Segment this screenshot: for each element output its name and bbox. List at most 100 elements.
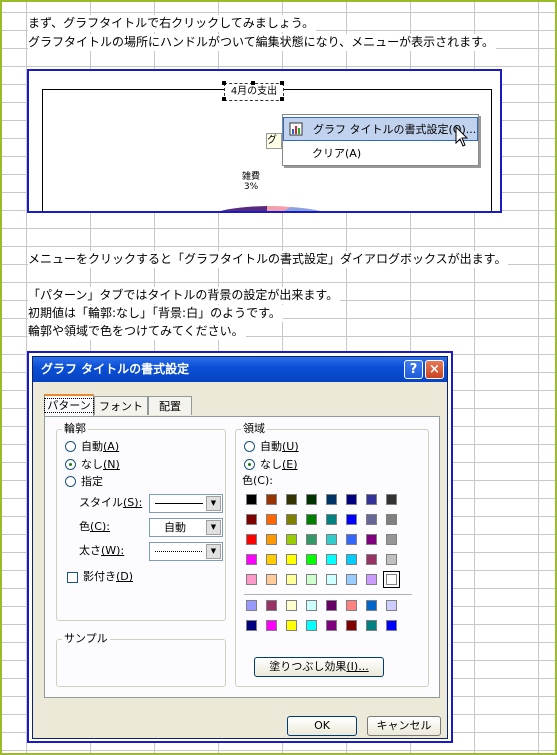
mouse-cursor-icon: [455, 126, 469, 147]
color-swatch[interactable]: [306, 574, 317, 585]
radio-button[interactable]: [65, 459, 76, 470]
menu-item-format-title[interactable]: グラフ タイトルの書式設定(O)...: [283, 117, 478, 141]
resize-handle[interactable]: [280, 81, 284, 85]
help-button[interactable]: ?: [404, 360, 423, 379]
color-swatch[interactable]: [386, 494, 397, 505]
chart-color-palette: [246, 600, 406, 640]
middle-line-3: 初期値は「輪郭:なし」「背景:白」のようです。: [28, 305, 283, 322]
color-swatch[interactable]: [286, 600, 297, 611]
color-swatch[interactable]: [246, 574, 257, 585]
fill-effects-button[interactable]: 塗りつぶし効果(I)...: [254, 657, 384, 677]
line-style-preview: [155, 503, 203, 504]
border-color-label: 色(C):: [79, 520, 110, 533]
resize-handle[interactable]: [222, 81, 226, 85]
color-swatch[interactable]: [286, 494, 297, 505]
radio-button[interactable]: [244, 459, 255, 470]
radio-label: 自動(A): [81, 440, 120, 453]
color-swatch[interactable]: [366, 514, 377, 525]
color-swatch[interactable]: [306, 514, 317, 525]
color-swatch[interactable]: [246, 620, 257, 631]
color-swatch[interactable]: [326, 600, 337, 611]
color-swatch[interactable]: [326, 620, 337, 631]
color-swatch[interactable]: [306, 620, 317, 631]
chart-title-selected[interactable]: 4月の支出: [224, 83, 284, 101]
color-swatch[interactable]: [346, 494, 357, 505]
radio-button[interactable]: [65, 476, 76, 487]
color-swatch[interactable]: [366, 620, 377, 631]
border-group-title: 輪郭: [62, 422, 88, 436]
color-swatch[interactable]: [326, 514, 337, 525]
color-swatch[interactable]: [266, 514, 277, 525]
border-weight-dropdown[interactable]: ▼: [149, 542, 223, 561]
color-swatch[interactable]: [346, 574, 357, 585]
color-swatch[interactable]: [266, 574, 277, 585]
color-swatch[interactable]: [286, 534, 297, 545]
close-button[interactable]: ×: [425, 360, 444, 379]
radio-button[interactable]: [65, 441, 76, 452]
color-swatch[interactable]: [346, 620, 357, 631]
color-swatch[interactable]: [326, 574, 337, 585]
tab-font[interactable]: フォント: [94, 396, 148, 415]
menu-item-label: クリア(A): [312, 147, 362, 160]
resize-handle[interactable]: [280, 97, 284, 101]
middle-line-1: メニューをクリックすると「グラフタイトルの書式設定」ダイアログボックスが出ます。: [28, 251, 509, 268]
color-swatch[interactable]: [386, 620, 397, 631]
area-group: 領域 自動(U) なし(E) 色(C): 塗りつぶし効果(I)...: [235, 422, 429, 687]
radio-button[interactable]: [244, 441, 255, 452]
color-swatch[interactable]: [286, 514, 297, 525]
intro-line-1: まず、グラフタイトルで右クリックしてみましょう。: [28, 15, 317, 32]
style-label: スタイル(S):: [79, 496, 143, 509]
color-swatch[interactable]: [366, 574, 377, 585]
cancel-button[interactable]: キャンセル: [367, 716, 441, 736]
color-swatch[interactable]: [266, 554, 277, 565]
color-swatch[interactable]: [266, 534, 277, 545]
color-swatch[interactable]: [386, 600, 397, 611]
color-swatch[interactable]: [346, 600, 357, 611]
color-swatch[interactable]: [266, 494, 277, 505]
pattern-tab-panel: 輪郭 自動(A) なし(N) 指定 スタイル(S): ▼ 色(C): 自動 ▼ …: [44, 416, 440, 698]
color-swatch[interactable]: [386, 534, 397, 545]
border-color-dropdown[interactable]: 自動 ▼: [149, 518, 223, 537]
menu-item-clear[interactable]: クリア(A): [283, 142, 478, 166]
color-swatch[interactable]: [346, 554, 357, 565]
color-swatch[interactable]: [326, 494, 337, 505]
dialog-screenshot-frame: グラフ タイトルの書式設定 ? × パターン フォント 配置 輪郭 自動(A): [27, 351, 453, 743]
color-swatch[interactable]: [306, 534, 317, 545]
color-swatch[interactable]: [266, 620, 277, 631]
color-swatch[interactable]: [366, 600, 377, 611]
color-swatch[interactable]: [286, 554, 297, 565]
border-style-dropdown[interactable]: ▼: [149, 494, 223, 513]
tab-label: フォント: [99, 400, 143, 413]
color-swatch[interactable]: [246, 494, 257, 505]
shadow-checkbox[interactable]: [67, 572, 78, 583]
color-swatch[interactable]: [366, 554, 377, 565]
color-swatch[interactable]: [306, 494, 317, 505]
color-swatch[interactable]: [366, 534, 377, 545]
border-color-value: 自動: [164, 521, 186, 534]
color-swatch[interactable]: [246, 600, 257, 611]
color-swatch[interactable]: [266, 600, 277, 611]
dialog-titlebar[interactable]: グラフ タイトルの書式設定 ? ×: [33, 357, 447, 382]
color-swatch[interactable]: [346, 514, 357, 525]
color-swatch[interactable]: [306, 554, 317, 565]
color-swatch[interactable]: [346, 534, 357, 545]
color-swatch[interactable]: [386, 514, 397, 525]
tab-alignment[interactable]: 配置: [148, 396, 192, 415]
color-swatch[interactable]: [246, 534, 257, 545]
color-swatch[interactable]: [286, 574, 297, 585]
color-swatch[interactable]: [306, 600, 317, 611]
color-swatch[interactable]: [383, 571, 400, 588]
resize-handle[interactable]: [222, 97, 226, 101]
color-swatch[interactable]: [246, 514, 257, 525]
middle-line-2: 「パターン」タブではタイトルの背景の設定が出来ます。: [28, 287, 341, 304]
color-swatch[interactable]: [286, 620, 297, 631]
color-swatch[interactable]: [386, 554, 397, 565]
color-swatch[interactable]: [326, 534, 337, 545]
color-swatch[interactable]: [326, 554, 337, 565]
color-swatch[interactable]: [366, 494, 377, 505]
color-swatch[interactable]: [246, 554, 257, 565]
ok-button[interactable]: OK: [287, 716, 357, 736]
resize-handle[interactable]: [251, 81, 255, 85]
chart-screenshot: 雑費 3% 4月の支出 グ グラフ タイトルの書式設定(O)... クリア(A): [27, 69, 502, 213]
tab-pattern[interactable]: パターン: [44, 394, 94, 416]
